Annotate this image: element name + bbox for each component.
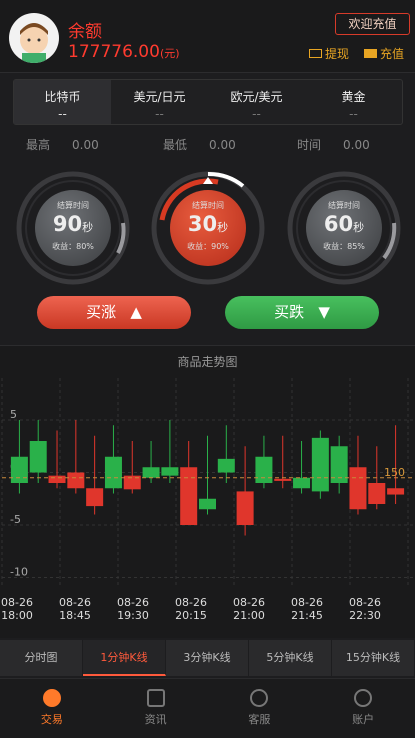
- x-tick-label: 20:15: [175, 609, 207, 622]
- tab-3min[interactable]: 3分钟K线: [166, 640, 249, 676]
- withdraw-button[interactable]: 提现: [309, 45, 349, 62]
- nav-news[interactable]: 资讯: [104, 679, 208, 738]
- reference-value-label: 150: [384, 466, 405, 479]
- y-tick-label: 5: [10, 408, 17, 421]
- tab-bitcoin[interactable]: 比特币 --: [14, 80, 111, 124]
- x-tick-label: 08-26: [117, 596, 149, 609]
- welcome-recharge-badge[interactable]: 欢迎充值: [335, 13, 410, 35]
- candle-body: [199, 498, 216, 510]
- candle-body: [217, 458, 235, 473]
- x-tick-label: 08-26: [1, 596, 33, 609]
- buy-down-button[interactable]: 买跌 ▼: [225, 296, 379, 329]
- candle-body: [311, 437, 329, 492]
- x-tick-label: 08-26: [233, 596, 265, 609]
- candle-body: [293, 477, 311, 489]
- nav-trade[interactable]: 交易: [0, 679, 104, 738]
- balance-value: 177776.00(元): [68, 42, 180, 62]
- x-tick-label: 19:30: [117, 609, 149, 622]
- candle-body: [104, 456, 122, 489]
- tab-5min[interactable]: 5分钟K线: [249, 640, 332, 676]
- balance-label: 余额: [68, 22, 102, 42]
- candle-body: [236, 491, 254, 525]
- stat-time: 时间 0.00: [297, 138, 370, 152]
- nav-account[interactable]: 账户: [311, 679, 415, 738]
- candle-body: [48, 475, 66, 483]
- dial-60s[interactable]: 结算时间 60秒 收益：85%: [284, 168, 404, 288]
- candle-body: [180, 467, 198, 525]
- market-tabs: 比特币 -- 美元/日元 -- 欧元/美元 -- 黄金 --: [13, 79, 403, 125]
- tab-usd-jpy[interactable]: 美元/日元 --: [111, 80, 208, 124]
- tab-timeshare[interactable]: 分时图: [0, 640, 83, 676]
- x-tick-label: 08-26: [291, 596, 323, 609]
- news-icon: [146, 689, 165, 707]
- candle-body: [67, 472, 85, 489]
- x-tick-label: 08-26: [59, 596, 91, 609]
- candle-body: [10, 456, 28, 483]
- header: 余额 177776.00(元) 欢迎充值 提现 充值: [0, 0, 415, 73]
- buy-up-button[interactable]: 买涨 ▲: [37, 296, 191, 329]
- x-tick-label: 08-26: [349, 596, 381, 609]
- stat-high: 最高 0.00: [26, 138, 99, 152]
- candle-body: [387, 488, 405, 495]
- nav-service[interactable]: 客服: [208, 679, 312, 738]
- candlestick-chart: 50-5-1015008-2618:0008-2618:4508-2619:30…: [1, 378, 415, 622]
- x-tick-label: 18:00: [1, 609, 33, 622]
- x-tick-label: 08-26: [175, 596, 207, 609]
- tab-eur-usd[interactable]: 欧元/美元 --: [208, 80, 305, 124]
- x-tick-label: 21:00: [233, 609, 265, 622]
- candle-body: [368, 483, 386, 504]
- dial-30s[interactable]: 结算时间 30秒 收益：90%: [148, 168, 268, 288]
- candle-body: [29, 441, 47, 473]
- candle-body: [86, 488, 104, 507]
- y-tick-label: -5: [10, 513, 21, 526]
- tab-1min[interactable]: 1分钟K线: [83, 640, 166, 676]
- wallet-icon: [364, 49, 377, 58]
- y-tick-label: -10: [10, 566, 28, 579]
- x-tick-label: 21:45: [291, 609, 323, 622]
- candle-body: [349, 467, 367, 510]
- dial-90s[interactable]: 结算时间 90秒 收益：80%: [13, 168, 133, 288]
- avatar[interactable]: [9, 13, 59, 63]
- recharge-button[interactable]: 充值: [364, 45, 404, 62]
- bottom-nav: 交易 资讯 客服 账户: [0, 678, 415, 738]
- tab-gold[interactable]: 黄金 --: [305, 80, 402, 124]
- x-tick-label: 22:30: [349, 609, 381, 622]
- triangle-down-icon: ▼: [318, 303, 330, 321]
- triangle-up-icon: ▲: [130, 303, 142, 321]
- chart-title: 商品走势图: [177, 355, 238, 369]
- headset-icon: [250, 689, 269, 707]
- card-icon: [309, 49, 322, 58]
- candle-body: [274, 478, 292, 481]
- x-tick-label: 18:45: [59, 609, 91, 622]
- candle-body: [142, 467, 160, 478]
- candle-body: [255, 456, 273, 483]
- user-icon: [354, 689, 373, 707]
- tab-15min[interactable]: 15分钟K线: [332, 640, 415, 676]
- stat-low: 最低 0.00: [163, 138, 236, 152]
- candle-body: [161, 467, 179, 476]
- kline-tabs: 分时图 1分钟K线 3分钟K线 5分钟K线 15分钟K线: [0, 640, 415, 676]
- trade-icon: [42, 689, 61, 707]
